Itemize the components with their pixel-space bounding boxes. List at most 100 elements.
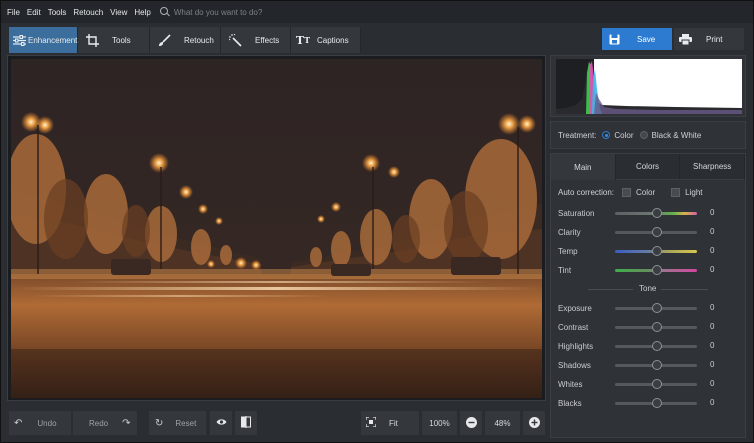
highlights-knob[interactable] bbox=[652, 341, 662, 351]
tab-effects[interactable]: Effects bbox=[221, 27, 291, 53]
auto-light-label: Light bbox=[685, 188, 703, 197]
tab-tools-label: Tools bbox=[112, 35, 131, 45]
tab-main[interactable]: Main bbox=[551, 154, 616, 180]
tool-tabs: Enhancement Tools Retouch Effects T T Ca… bbox=[9, 27, 361, 53]
shadows-label: Shadows bbox=[558, 360, 591, 370]
fit-icon bbox=[365, 416, 377, 429]
fit-label: Fit bbox=[389, 418, 398, 428]
tab-retouch[interactable]: Retouch bbox=[150, 27, 221, 53]
undo-button[interactable]: ↶ Undo bbox=[9, 411, 71, 435]
sliders-icon bbox=[13, 32, 26, 48]
saturation-value: 0 bbox=[710, 208, 715, 217]
compare-button[interactable] bbox=[235, 411, 257, 435]
tone-separator: Tone bbox=[558, 283, 738, 295]
adjustments-box: Main Colors Sharpness Auto correction: C… bbox=[550, 153, 746, 438]
treatment-bw-radio[interactable] bbox=[639, 131, 648, 139]
text-icon: TT bbox=[295, 33, 311, 47]
auto-correction-label: Auto correction: bbox=[558, 188, 615, 197]
redo-button[interactable]: Redo ↷ bbox=[73, 411, 137, 435]
clarity-value: 0 bbox=[710, 227, 715, 236]
whites-label: Whites bbox=[558, 379, 583, 389]
search-icon bbox=[159, 7, 170, 17]
treatment-row: Treatment: Color Black & White bbox=[550, 121, 746, 149]
menu-tools[interactable]: Tools bbox=[48, 8, 67, 17]
blacks-slider-row: Blacks 0 bbox=[558, 397, 738, 409]
tint-knob[interactable] bbox=[652, 265, 662, 275]
menu-retouch[interactable]: Retouch bbox=[73, 8, 103, 17]
fit-button[interactable]: Fit bbox=[361, 411, 419, 435]
tab-enhancement[interactable]: Enhancement bbox=[9, 27, 78, 53]
toolbar: Enhancement Tools Retouch Effects T T Ca… bbox=[1, 23, 753, 55]
tab-captions[interactable]: TT Captions bbox=[291, 27, 361, 53]
histogram bbox=[556, 59, 742, 114]
histogram-panel bbox=[550, 55, 746, 117]
redo-icon: ↷ bbox=[122, 417, 131, 429]
temp-knob[interactable] bbox=[652, 246, 662, 256]
exposure-label: Exposure bbox=[558, 303, 592, 313]
print-button[interactable]: Print bbox=[674, 28, 744, 50]
tab-retouch-label: Retouch bbox=[184, 35, 214, 45]
compare-icon bbox=[241, 416, 251, 430]
shadows-value: 0 bbox=[710, 360, 715, 369]
preview-button[interactable] bbox=[210, 411, 232, 435]
brush-icon bbox=[156, 32, 172, 48]
save-button[interactable]: Save bbox=[602, 28, 672, 50]
treatment-color-label: Color bbox=[614, 130, 634, 140]
blacks-knob[interactable] bbox=[652, 398, 662, 408]
menu-view[interactable]: View bbox=[110, 8, 127, 17]
tab-colors[interactable]: Colors bbox=[615, 154, 681, 180]
saturation-label: Saturation bbox=[558, 208, 595, 218]
zoom-in-button[interactable] bbox=[523, 411, 545, 435]
zoom-level-field[interactable]: 48% bbox=[485, 411, 520, 435]
printer-icon bbox=[679, 33, 692, 45]
contrast-value: 0 bbox=[710, 322, 715, 331]
photo-preview[interactable] bbox=[11, 59, 542, 398]
exposure-slider-row: Exposure 0 bbox=[558, 302, 738, 314]
highlights-label: Highlights bbox=[558, 341, 594, 351]
reset-label: Reset bbox=[175, 418, 197, 428]
magic-wand-icon bbox=[227, 32, 243, 48]
clarity-slider-row: Clarity 0 bbox=[558, 226, 738, 238]
tab-sharpness[interactable]: Sharpness bbox=[680, 154, 746, 180]
tab-colors-label: Colors bbox=[635, 162, 660, 171]
adjustment-tabs: Main Colors Sharpness bbox=[551, 154, 746, 180]
zoom-out-button[interactable] bbox=[460, 411, 482, 435]
zoom-level-value: 48% bbox=[494, 418, 511, 428]
tone-line-left bbox=[588, 289, 633, 290]
zoom-out-icon bbox=[465, 416, 477, 430]
photo-canvas[interactable] bbox=[7, 55, 546, 401]
menu-help[interactable]: Help bbox=[134, 8, 150, 17]
auto-color-checkbox[interactable] bbox=[622, 188, 632, 197]
auto-correction-row: Auto correction: Color Light bbox=[558, 188, 703, 197]
zoom-100-button[interactable]: 100% bbox=[422, 411, 457, 435]
saturation-knob[interactable] bbox=[652, 208, 662, 218]
menu-edit[interactable]: Edit bbox=[27, 8, 41, 17]
print-button-label: Print bbox=[706, 34, 723, 44]
reset-icon: ↻ bbox=[155, 417, 164, 429]
whites-knob[interactable] bbox=[652, 379, 662, 389]
menu-file[interactable]: File bbox=[7, 8, 20, 17]
auto-light-checkbox[interactable] bbox=[671, 188, 681, 197]
tint-slider-row: Tint 0 bbox=[558, 264, 738, 276]
contrast-slider-row: Contrast 0 bbox=[558, 321, 738, 333]
blacks-value: 0 bbox=[710, 398, 715, 407]
zoom-in-icon bbox=[528, 416, 540, 430]
tab-tools[interactable]: Tools bbox=[78, 27, 150, 53]
search-input[interactable] bbox=[173, 7, 284, 17]
treatment-label: Treatment: bbox=[558, 130, 597, 140]
clarity-knob[interactable] bbox=[652, 227, 662, 237]
reset-button[interactable]: ↻ Reset bbox=[149, 411, 206, 435]
tone-line-right bbox=[661, 289, 708, 290]
whites-slider-row: Whites 0 bbox=[558, 378, 738, 390]
treatment-color-radio[interactable] bbox=[602, 131, 611, 139]
exposure-knob[interactable] bbox=[652, 303, 662, 313]
floppy-icon bbox=[609, 34, 620, 45]
treatment-bw-label: Black & White bbox=[651, 130, 702, 140]
eye-icon bbox=[216, 418, 227, 428]
tab-effects-label: Effects bbox=[255, 35, 280, 45]
shadows-knob[interactable] bbox=[652, 360, 662, 370]
temp-value: 0 bbox=[710, 246, 715, 255]
contrast-knob[interactable] bbox=[652, 322, 662, 332]
highlights-value: 0 bbox=[710, 341, 715, 350]
search-bar bbox=[159, 7, 284, 17]
